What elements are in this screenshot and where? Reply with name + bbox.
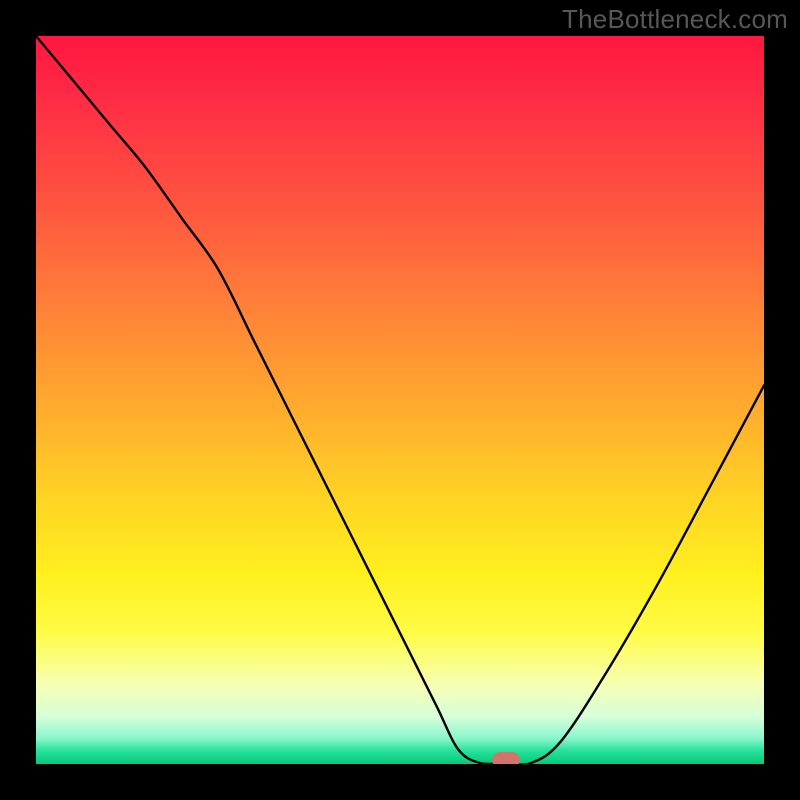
chart-frame: TheBottleneck.com bbox=[0, 0, 800, 800]
background-gradient bbox=[36, 36, 764, 764]
plot-area bbox=[36, 36, 764, 764]
watermark-text: TheBottleneck.com bbox=[562, 4, 788, 35]
